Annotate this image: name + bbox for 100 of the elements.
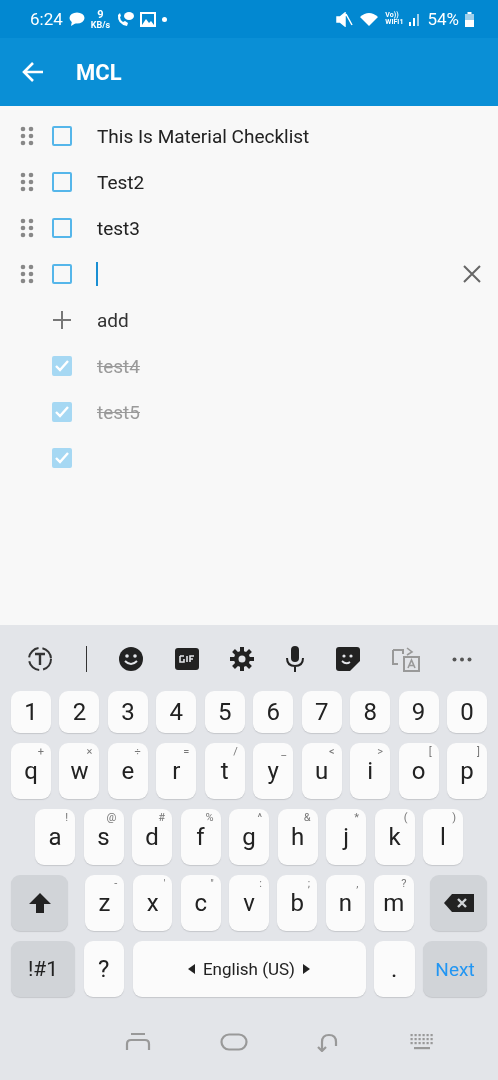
key[interactable]: a ! bbox=[35, 809, 75, 865]
key-hint: ) bbox=[452, 811, 456, 824]
keyboard-icon bbox=[409, 1034, 434, 1050]
key[interactable]: 6 bbox=[253, 691, 294, 733]
key[interactable]: 7 bbox=[301, 691, 342, 733]
key[interactable]: r = bbox=[156, 743, 197, 799]
gif-icon bbox=[174, 648, 199, 670]
key-hint: < bbox=[329, 745, 335, 758]
key-hint: ! bbox=[65, 811, 68, 824]
checkbox[interactable] bbox=[52, 264, 72, 284]
checkbox[interactable] bbox=[52, 402, 72, 422]
key[interactable]: b ; bbox=[277, 875, 318, 931]
key[interactable]: j * bbox=[326, 809, 366, 865]
add-item-button[interactable]: add bbox=[97, 308, 129, 332]
image-icon bbox=[140, 11, 157, 27]
back-arrow-icon[interactable] bbox=[22, 62, 44, 82]
checkbox[interactable] bbox=[52, 356, 72, 376]
drag-handle-icon bbox=[20, 126, 34, 146]
key[interactable]: n , bbox=[325, 875, 366, 931]
key[interactable]: k ( bbox=[374, 809, 415, 865]
key-hint: ÷ bbox=[134, 745, 141, 758]
key-hint: : bbox=[259, 877, 262, 890]
network-speed-unit: KB/s bbox=[90, 20, 111, 30]
key-hint: % bbox=[205, 811, 214, 824]
key-hint: = bbox=[183, 745, 190, 758]
key[interactable]: ? bbox=[83, 941, 124, 997]
key-hint: / bbox=[233, 745, 238, 758]
key[interactable]: c " bbox=[180, 875, 221, 931]
key-hint: ^ bbox=[257, 811, 262, 824]
key[interactable]: m ? bbox=[373, 875, 414, 931]
key[interactable]: . bbox=[374, 941, 415, 997]
key[interactable]: 2 bbox=[59, 691, 100, 733]
space-key[interactable]: English (US) bbox=[132, 941, 366, 997]
key[interactable]: v : bbox=[229, 875, 269, 931]
phone-chat-icon bbox=[116, 11, 135, 27]
caret-right-icon bbox=[303, 964, 311, 974]
key-hint: × bbox=[86, 745, 93, 758]
key-hint: & bbox=[303, 811, 311, 824]
key[interactable]: z - bbox=[84, 875, 125, 931]
key[interactable]: 9 bbox=[398, 691, 439, 733]
emoji-icon bbox=[118, 647, 143, 671]
plus-icon bbox=[52, 310, 72, 330]
battery-icon bbox=[465, 11, 474, 27]
symbols-key[interactable]: !#1 bbox=[11, 941, 75, 997]
key[interactable]: y _ bbox=[253, 743, 294, 799]
key[interactable]: d # bbox=[132, 809, 172, 865]
sticker-icon bbox=[336, 647, 361, 671]
shift-arrow-icon bbox=[27, 891, 52, 915]
key[interactable]: 5 bbox=[204, 691, 245, 733]
key[interactable]: p ] bbox=[447, 743, 488, 799]
key-hint: @ bbox=[106, 811, 117, 824]
item-text[interactable]: test3 bbox=[97, 216, 140, 240]
dot-icon bbox=[162, 16, 168, 22]
home-icon bbox=[219, 1033, 248, 1051]
item-text[interactable]: This Is Material Checklist bbox=[97, 124, 310, 148]
close-icon[interactable] bbox=[463, 265, 481, 283]
item-text[interactable]: Test2 bbox=[97, 170, 145, 194]
key[interactable]: g ^ bbox=[229, 809, 269, 865]
key[interactable]: q + bbox=[11, 743, 51, 799]
checkbox[interactable] bbox=[52, 172, 72, 192]
key-hint: > bbox=[377, 745, 384, 758]
key[interactable]: 1 bbox=[11, 691, 51, 733]
recents-icon bbox=[124, 1033, 151, 1051]
key[interactable]: 4 bbox=[156, 691, 197, 733]
mute-icon bbox=[336, 11, 354, 27]
app-title: MCL bbox=[76, 59, 122, 85]
key[interactable]: h & bbox=[277, 809, 318, 865]
backspace-icon bbox=[443, 894, 474, 912]
backspace-key[interactable] bbox=[430, 875, 488, 931]
key[interactable]: l ) bbox=[423, 809, 463, 865]
key[interactable]: o [ bbox=[398, 743, 439, 799]
checkbox[interactable] bbox=[52, 218, 72, 238]
drag-handle-icon bbox=[20, 264, 34, 284]
battery-percent: 54% bbox=[427, 9, 459, 29]
key[interactable]: 0 bbox=[447, 691, 488, 733]
key[interactable]: x ' bbox=[132, 875, 173, 931]
key[interactable]: w × bbox=[59, 743, 100, 799]
key[interactable]: u < bbox=[301, 743, 342, 799]
clock: 6:24 bbox=[30, 9, 63, 29]
key-hint: ] bbox=[477, 745, 481, 758]
key[interactable]: f % bbox=[180, 809, 221, 865]
key[interactable]: 3 bbox=[107, 691, 148, 733]
checkbox[interactable] bbox=[52, 448, 72, 468]
wifi-icon bbox=[359, 11, 380, 27]
key[interactable]: 8 bbox=[350, 691, 391, 733]
checkbox[interactable] bbox=[52, 126, 72, 146]
key[interactable]: i > bbox=[350, 743, 391, 799]
key-hint: ' bbox=[163, 877, 166, 890]
key-hint: - bbox=[114, 877, 118, 890]
key[interactable]: e ÷ bbox=[107, 743, 148, 799]
signal-icon bbox=[409, 12, 422, 26]
shift-key[interactable] bbox=[11, 875, 68, 931]
chat-bubble-icon bbox=[68, 12, 85, 26]
key[interactable]: t / bbox=[204, 743, 245, 799]
drag-handle-icon bbox=[20, 218, 34, 238]
key[interactable]: s @ bbox=[83, 809, 124, 865]
key-hint: ; bbox=[307, 877, 311, 890]
caret-left-icon bbox=[187, 964, 195, 974]
key-hint: ( bbox=[403, 811, 408, 824]
key-hint: + bbox=[37, 745, 44, 758]
